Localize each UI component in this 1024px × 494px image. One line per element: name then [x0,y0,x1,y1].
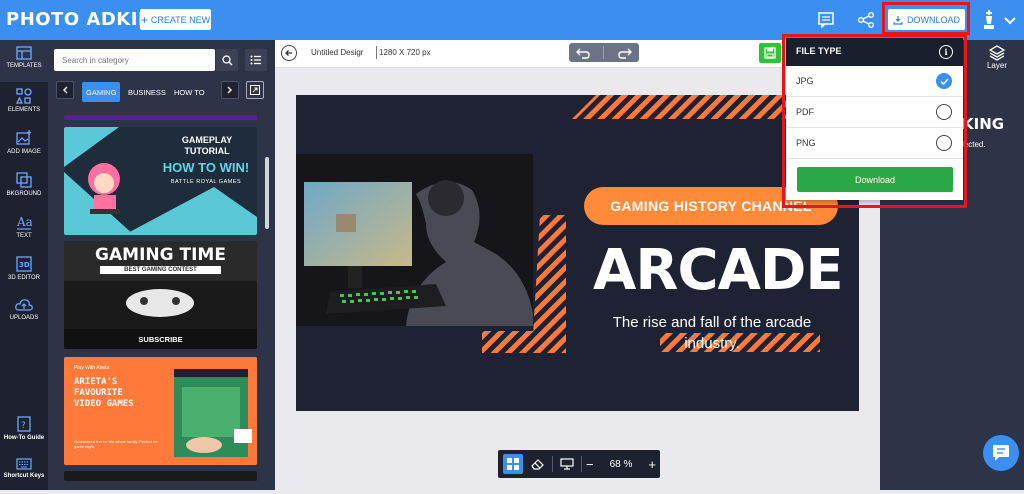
templates-panel: GAMING BUSINESS HOW TO GAMEPLAY TUTORIAL… [48,40,275,490]
plus-icon: + [140,12,148,27]
eraser-button[interactable] [528,454,548,474]
highlight-box-download [882,2,970,35]
sidebar-item-background[interactable]: BKGROUND [0,166,48,208]
sidebar-item-howto[interactable]: ? How-To Guide [0,410,48,452]
uploads-icon [15,299,33,311]
category-prev-button[interactable] [56,81,74,99]
comment-icon[interactable] [816,10,836,30]
expand-panel-button[interactable] [246,81,264,99]
template-card-gameplay[interactable]: GAMEPLAY TUTORIAL HOW TO WIN! BATTLE ROY… [64,127,257,235]
zoom-level[interactable]: 68 % [610,459,633,470]
text-icon: Aa [16,215,32,230]
canvas-toolbar: − 68 % + [498,450,660,478]
undo-redo-divider [603,46,605,59]
design-canvas[interactable]: GAMING HISTORY CHANNEL ARCADE The rise a… [296,95,859,411]
category-next-button[interactable] [221,81,239,99]
layer-button[interactable]: Layer [982,45,1012,79]
template-card-partial[interactable] [64,471,257,481]
present-button[interactable] [557,454,577,474]
save-button[interactable] [759,43,781,63]
template-card-partial[interactable] [64,115,257,120]
template-card-gaming-time[interactable]: GAMING TIME BEST GAMING CONTEST SUBSCRIB… [64,241,257,349]
chevron-left-icon [63,86,68,94]
arrow-left-icon [285,50,292,56]
create-new-label: CREATE NEW [150,14,211,25]
subtitle-text[interactable]: The rise and fall of the arcade industry… [596,312,828,354]
sidebar-item-shortcuts[interactable]: Shortcut Keys [0,452,48,494]
headline-text[interactable]: ARCADE [593,243,844,299]
zoom-in-button[interactable]: + [648,457,656,472]
gamer-photo[interactable] [296,154,533,326]
keyboard-icon [16,458,32,470]
category-tab-gaming[interactable]: GAMING [82,82,121,102]
panel-scrollbar[interactable] [265,157,269,229]
sidebar-item-uploads[interactable]: UPLOADS [0,292,48,334]
chat-icon [993,445,1009,461]
sidebar-item-elements[interactable]: ELEMENTS [0,82,48,124]
grid-view-button[interactable] [503,454,523,474]
expand-icon [250,85,260,95]
layer-label: Layer [986,61,1007,70]
search-icon [221,54,232,65]
svg-text:?: ? [21,421,26,431]
toolbar-divider [581,456,582,472]
zoom-control: − 68 % + [586,456,656,472]
document-size: 1280 X 720 px [379,48,431,57]
category-tab-howto[interactable]: HOW TO [170,82,209,102]
redo-icon[interactable] [618,47,633,59]
chevron-down-icon[interactable] [1004,13,1016,31]
search-button[interactable] [216,49,238,71]
back-button[interactable] [281,45,297,61]
layers-icon [989,45,1005,61]
sidebar-item-3d-editor[interactable]: 3D 3D EDITOR [0,250,48,292]
sidebar-item-text[interactable]: Aa TEXT [0,208,48,250]
svg-text:3D: 3D [19,261,30,269]
sidebar-item-templates[interactable]: TEMPLATES [0,40,48,82]
chevron-right-icon [227,86,232,94]
create-new-button[interactable]: + CREATE NEW [140,9,211,30]
title-divider [376,46,377,59]
king-chess-icon[interactable] [982,10,996,35]
share-icon[interactable] [856,10,876,30]
background-icon [16,172,32,188]
sidebar-item-add-image[interactable]: ADD IMAGE [0,124,48,166]
left-sidebar: TEMPLATES ELEMENTS ADD IMAGE BKGROUND Aa… [0,40,48,490]
3d-editor-icon: 3D [16,256,32,272]
toolbar-divider [552,456,553,472]
category-tab-business[interactable]: BUSINESS [124,82,170,102]
template-card-arieta[interactable]: Play With Arieta ARIETA'S FAVOURITE VIDE… [64,357,257,465]
document-title[interactable]: Untitled Desigr [311,48,363,57]
add-image-icon [16,130,31,145]
gamer-image [296,154,533,326]
grid-icon [507,458,519,470]
templates-icon [16,46,32,60]
highlight-box-dropdown [782,34,967,208]
question-icon: ? [17,416,31,432]
search-input[interactable] [54,49,215,71]
eraser-icon [531,459,544,470]
chat-support-button[interactable] [983,435,1019,471]
undo-icon[interactable] [575,47,590,59]
list-icon [250,55,261,65]
list-view-button[interactable] [245,49,267,71]
presentation-icon [560,458,574,470]
partial-logo-text: KING [962,115,1005,133]
svg-text:Aa: Aa [16,215,32,229]
zoom-out-button[interactable]: − [586,457,594,472]
save-icon [764,47,776,59]
undo-redo-group [569,43,639,62]
elements-icon [16,88,32,104]
